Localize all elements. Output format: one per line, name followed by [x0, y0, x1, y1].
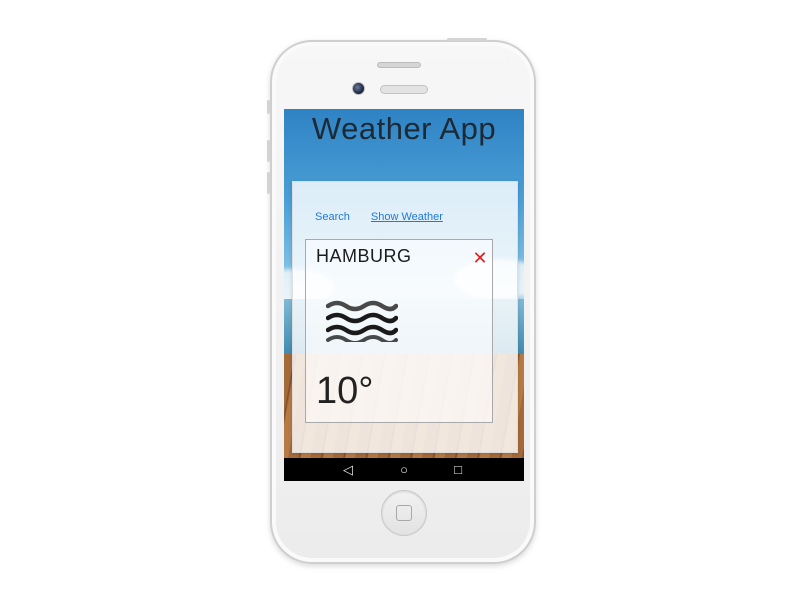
power-button [447, 38, 487, 41]
phone-frame: Weather App Search Show Weather HAMBURG … [267, 38, 536, 564]
back-triangle-icon[interactable]: ◁ [336, 458, 360, 481]
volume-up-button [267, 140, 270, 162]
recents-square-icon[interactable]: □ [446, 458, 470, 481]
android-nav-bar: ◁ ○ □ [284, 458, 524, 481]
city-name: HAMBURG [316, 246, 412, 266]
speaker-grille [380, 85, 428, 94]
home-circle-icon[interactable]: ○ [392, 458, 416, 481]
app-title: Weather App [311, 111, 497, 146]
earpiece [377, 62, 421, 68]
tab-bar: Search Show Weather [315, 211, 461, 223]
weather-card: HAMBURG ✕ 10° [305, 239, 493, 423]
screen: Weather App Search Show Weather HAMBURG … [284, 109, 524, 481]
close-icon[interactable]: ✕ [472, 249, 488, 267]
phone-home-button[interactable] [381, 490, 427, 536]
temperature: 10° [316, 370, 374, 412]
tab-search[interactable]: Search [315, 211, 350, 223]
front-camera-icon [352, 82, 365, 95]
tab-show-weather[interactable]: Show Weather [371, 211, 443, 223]
mute-switch [267, 100, 270, 114]
home-square-icon [396, 505, 412, 521]
weather-panel: Search Show Weather HAMBURG ✕ 10° [292, 181, 518, 453]
volume-down-button [267, 172, 270, 194]
fog-wind-icon [326, 300, 398, 342]
